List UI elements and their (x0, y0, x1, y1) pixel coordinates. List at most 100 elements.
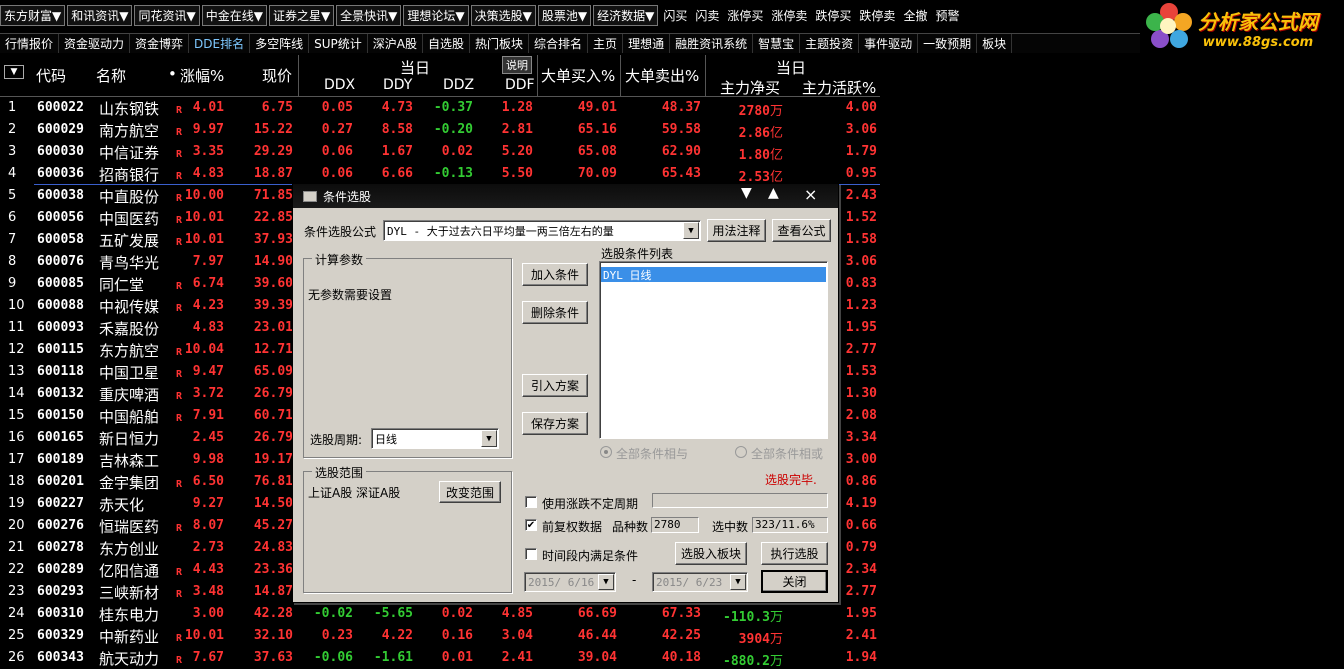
chevron-down-icon[interactable]: ▼ (598, 574, 614, 590)
menu-item[interactable]: 同花资讯▼ (134, 4, 200, 26)
menu-item[interactable]: 证券之星▼ (268, 4, 335, 26)
menu-item[interactable]: 中金在线▼ (201, 4, 267, 26)
change-range-button[interactable]: 改变范围 (439, 481, 501, 503)
table-row[interactable]: 3 600030 中信证券 R 3.35 29.29 0.06 1.67 0.02 5.20 65.… (0, 141, 880, 163)
net-unit: 万 (769, 610, 783, 625)
menu-item[interactable]: 闪买 (660, 5, 690, 26)
scroll-up-icon[interactable]: ▲ (768, 185, 779, 201)
condition-list[interactable]: DYL 日线 (599, 261, 828, 439)
table-row[interactable]: 2 600029 南方航空 R 9.97 15.22 0.27 8.58 -0.20 2.81 65… (0, 119, 880, 141)
rzrq-flag: R (176, 281, 183, 292)
tab-5[interactable]: SUP统计 (309, 34, 368, 53)
table-row[interactable]: 4 600036 招商银行 R 4.83 18.87 0.06 6.66 -0.13 5.50 70… (0, 163, 880, 185)
chevron-down-icon[interactable]: ▼ (481, 430, 497, 447)
main-active-pct: 0.66 (845, 518, 877, 533)
ddy-value: 4.73 (381, 100, 413, 115)
menu-item[interactable]: 全景快讯▼ (336, 4, 402, 26)
row-number: 18 (8, 474, 25, 489)
sort-dot: • (168, 65, 177, 83)
period-combobox[interactable]: 日线 ▼ (371, 428, 499, 449)
menu-item[interactable]: 跌停卖 (856, 5, 898, 26)
col-active[interactable]: 主力活跃% (802, 77, 876, 98)
menu-item[interactable]: 理想论坛▼ (403, 4, 469, 26)
menu-item[interactable]: 决策选股▼ (470, 4, 536, 26)
menu-item[interactable]: 股票池▼ (537, 4, 592, 26)
col-name[interactable]: 名称 (96, 65, 126, 86)
period-range-checkbox[interactable] (525, 548, 537, 560)
rzrq-flag: R (176, 413, 183, 424)
date-to: 2015/ 6/23 (656, 575, 723, 589)
scroll-down-icon[interactable]: ▼ (741, 185, 752, 201)
list-item[interactable]: DYL 日线 (601, 267, 826, 282)
status-done: 选股完毕. (765, 473, 817, 487)
tab-16[interactable]: 一致预期 (918, 34, 978, 53)
tab-2[interactable]: 资金博弈 (130, 34, 190, 53)
chevron-down-icon[interactable]: ▼ (730, 574, 746, 590)
tab-8[interactable]: 热门板块 (470, 34, 530, 53)
view-formula-button[interactable]: 查看公式 (772, 219, 831, 242)
stock-name: 新日恒力 (99, 430, 160, 448)
or-radio[interactable] (735, 446, 747, 458)
column-menu-icon[interactable]: ▼ (4, 65, 24, 79)
use-zd-checkbox[interactable] (525, 496, 537, 508)
col-code[interactable]: 代码 (36, 65, 66, 86)
to-block-button[interactable]: 选股入板块 (675, 542, 747, 565)
col-ddx[interactable]: DDX (324, 77, 355, 93)
tab-6[interactable]: 深沪A股 (368, 34, 423, 53)
explain-button[interactable]: 说明 (502, 56, 532, 74)
menu-item[interactable]: 全撤 (900, 5, 930, 26)
change-pct: 4.01 (192, 100, 224, 115)
menu-item[interactable]: 东方财富▼ (0, 4, 66, 26)
date-to-picker[interactable]: 2015/ 6/23 ▼ (652, 572, 748, 592)
tab-3[interactable]: DDE排名 (189, 34, 251, 53)
tab-7[interactable]: 自选股 (423, 34, 471, 53)
and-radio[interactable] (600, 446, 612, 458)
save-plan-button[interactable]: 保存方案 (522, 412, 588, 435)
menu-item[interactable]: 经济数据▼ (593, 4, 659, 26)
usage-button[interactable]: 用法注释 (707, 219, 766, 242)
menu-item[interactable]: 涨停卖 (768, 5, 810, 26)
tab-11[interactable]: 理想通 (623, 34, 671, 53)
tab-13[interactable]: 智慧宝 (753, 34, 801, 53)
ddx-value: -0.02 (313, 606, 353, 621)
col-pct[interactable]: 涨幅% (180, 65, 224, 86)
tab-15[interactable]: 事件驱动 (859, 34, 919, 53)
menu-item[interactable]: 跌停买 (812, 5, 854, 26)
tab-9[interactable]: 综合排名 (529, 34, 589, 53)
close-icon[interactable]: × (804, 185, 817, 204)
use-zd-label: 使用涨跌不定周期 (542, 497, 639, 511)
tab-1[interactable]: 资金驱动力 (59, 34, 131, 53)
col-big-sell[interactable]: 大单卖出% (625, 65, 699, 86)
table-row[interactable]: 24 600310 桂东电力 3.00 42.28 -0.02 -5.65 0.02 4.85 6… (0, 603, 880, 625)
current-price: 42.28 (253, 606, 293, 621)
tab-17[interactable]: 板块 (977, 34, 1013, 53)
fuquan-checkbox[interactable]: ✔ (525, 519, 537, 531)
delete-condition-button[interactable]: 删除条件 (522, 301, 588, 324)
dialog-titlebar[interactable]: 条件选股 ▼ ▲ × (293, 184, 838, 208)
col-ddy[interactable]: DDY (383, 77, 412, 93)
col-price[interactable]: 现价 (262, 65, 292, 86)
table-row[interactable]: 25 600329 中新药业 R 10.01 32.10 0.23 4.22 0.16 3.04 4… (0, 625, 880, 647)
col-ddz[interactable]: DDZ (443, 77, 474, 93)
menu-item[interactable]: 预警 (932, 5, 962, 26)
col-big-buy[interactable]: 大单买入% (541, 65, 615, 86)
menu-item[interactable]: 涨停买 (724, 5, 766, 26)
tab-4[interactable]: 多空阵线 (250, 34, 310, 53)
formula-combobox[interactable]: DYL - 大于过去六日平均量一两三倍左右的量 ▼ (383, 220, 701, 241)
tab-0[interactable]: 行情报价 (0, 34, 60, 53)
tab-14[interactable]: 主题投资 (800, 34, 860, 53)
add-condition-button[interactable]: 加入条件 (522, 263, 588, 286)
tab-10[interactable]: 主页 (588, 34, 624, 53)
execute-button[interactable]: 执行选股 (761, 542, 828, 565)
tab-12[interactable]: 融胜资讯系统 (670, 34, 754, 53)
chevron-down-icon[interactable]: ▼ (683, 222, 699, 239)
date-from-picker[interactable]: 2015/ 6/16 ▼ (524, 572, 616, 592)
import-plan-button[interactable]: 引入方案 (522, 374, 588, 397)
table-row[interactable]: 26 600343 航天动力 R 7.67 37.63 -0.06 -1.61 0.01 2.41… (0, 647, 880, 669)
col-ddf[interactable]: DDF (505, 77, 535, 93)
close-button[interactable]: 关闭 (761, 570, 828, 593)
col-net[interactable]: 主力净买 (720, 77, 780, 98)
table-row[interactable]: 1 600022 山东钢铁 R 4.01 6.75 0.05 4.73 -0.37 1.28 49.… (0, 97, 880, 119)
menu-item[interactable]: 闪卖 (692, 5, 722, 26)
menu-item[interactable]: 和讯资讯▼ (67, 4, 133, 26)
